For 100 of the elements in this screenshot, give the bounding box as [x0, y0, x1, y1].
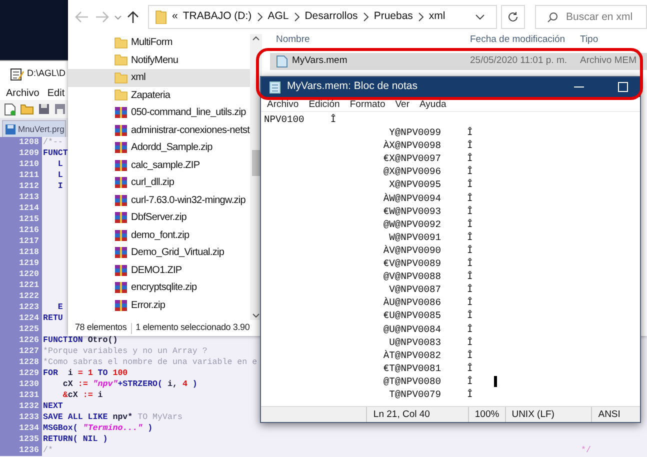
folder-icon: [114, 72, 128, 84]
menu-item[interactable]: Formato: [350, 97, 386, 111]
symbol-text: Î: [467, 178, 473, 192]
archive-icon: [114, 194, 128, 207]
archive-icon: [114, 298, 128, 312]
column-header[interactable]: Nombre: [262, 33, 456, 48]
nav-item[interactable]: encryptsqlite.zip: [68, 279, 250, 296]
maximize-icon[interactable]: [618, 82, 628, 92]
refresh-icon: [507, 11, 520, 23]
nav-item[interactable]: Demo_Grid_Virtual.zip: [68, 244, 250, 262]
editor-tab[interactable]: MnuVert.prg: [2, 120, 66, 137]
code-line: RETURN( NIL ): [42, 434, 108, 445]
code-text: */: [581, 445, 591, 456]
document-text: @V@NPV0088: [382, 270, 441, 284]
document-text: @T@NPV0080: [382, 374, 441, 388]
line-number: 1209: [19, 148, 39, 159]
nav-item[interactable]: Error.zip: [68, 296, 250, 314]
symbol-text: Î: [467, 309, 473, 322]
symbol-text: Î: [467, 296, 473, 310]
archive-icon: [114, 228, 128, 242]
breadcrumb[interactable]: Pruebas: [374, 9, 413, 25]
breadcrumb[interactable]: AGL: [268, 9, 289, 25]
menu-item[interactable]: Archivo: [6, 87, 40, 100]
line-number: 1220: [19, 269, 39, 280]
document-text: @U@NPV0084: [382, 322, 441, 336]
nav-item[interactable]: NotifyMenu: [68, 52, 250, 69]
document-text: €V@NPV0089: [382, 257, 441, 270]
code-line: &cX := i: [62, 390, 103, 401]
folder-icon: [155, 10, 167, 24]
chevron-down-icon[interactable]: [475, 13, 486, 21]
nav-item[interactable]: curl-7.63.0-win32-mingw.zip: [68, 192, 250, 209]
nav-item[interactable]: Adordd_Sample.zip: [68, 139, 250, 156]
breadcrumb[interactable]: Desarrollos: [304, 9, 358, 25]
save-icon[interactable]: [38, 103, 50, 115]
scrollbar-thumb[interactable]: [252, 150, 260, 176]
symbol-text: Î: [467, 152, 473, 166]
symbol-text: Î: [467, 374, 473, 388]
chevron-up-icon: [252, 34, 260, 42]
menu-item[interactable]: Edit: [47, 87, 65, 100]
breadcrumb[interactable]: xml: [428, 9, 446, 25]
archive-icon: [114, 264, 128, 277]
document-text: ÀX@NPV0098: [382, 139, 441, 152]
symbol-text: Î: [467, 204, 473, 218]
menu-item[interactable]: Edición: [308, 97, 340, 111]
document-text: €X@NPV0097: [382, 152, 441, 166]
code-line: L: [56, 170, 63, 181]
overflow-text[interactable]: «: [172, 9, 178, 25]
up-arrow-icon[interactable]: [126, 10, 140, 24]
symbol-text: Î: [467, 126, 473, 140]
nav-item[interactable]: Zapateria: [68, 86, 250, 104]
line-number: 1233: [19, 412, 39, 423]
search-field[interactable]: Buscar en xml: [535, 5, 647, 29]
nav-item[interactable]: curl_dll.zip: [68, 174, 250, 192]
status-text: 100%: [468, 407, 505, 422]
folder-icon: [114, 36, 128, 49]
nav-item[interactable]: demo_font.zip: [68, 226, 250, 244]
document-text: W@NPV0091: [388, 230, 441, 244]
nav-item[interactable]: DEMO1.ZIP: [68, 262, 250, 279]
code-line: FUNCT: [42, 148, 68, 159]
document-text: @X@NPV0096: [382, 165, 441, 178]
column-header[interactable]: Fecha de modificación: [456, 33, 580, 48]
folder-icon[interactable]: [20, 103, 34, 115]
nav-item[interactable]: xml: [68, 69, 250, 86]
refresh-button[interactable]: [501, 5, 525, 29]
code-line: *Porque variables y no un Array ?: [42, 346, 208, 357]
menu-item[interactable]: Archivo: [267, 97, 299, 111]
file-name: MyVars.mem: [292, 54, 348, 68]
line-number: 1211: [19, 170, 39, 181]
nav-item[interactable]: calc_sample.ZIP: [68, 156, 250, 174]
line-number: 1212: [19, 181, 39, 192]
notepad-icon: [10, 67, 24, 81]
symbol-text: Î: [467, 348, 473, 362]
nav-item[interactable]: DbfServer.zip: [68, 209, 250, 226]
line-number: 1232: [19, 401, 39, 412]
document-text: Y@NPV0099: [388, 126, 441, 140]
chevron-down-icon: [252, 312, 260, 320]
new-file-icon[interactable]: [4, 102, 16, 116]
code-line: L: [56, 159, 63, 170]
chevron-right-icon: [294, 12, 300, 22]
nav-item[interactable]: 050-command_line_utils.zip: [68, 104, 250, 122]
address-bar[interactable]: « TRABAJO (D:) AGL Desarrollos Pruebas xml: [148, 5, 498, 29]
symbol-text: Î: [467, 270, 473, 284]
line-number: 1210: [19, 159, 39, 170]
folder-icon: [114, 54, 128, 66]
document-text: €W@NPV0093: [382, 204, 441, 218]
code-line: /*--: [42, 137, 63, 148]
breadcrumb[interactable]: TRABAJO (D:): [182, 9, 252, 25]
nav-item[interactable]: administrar-conexiones-netst: [68, 122, 250, 139]
archive-icon: [114, 141, 128, 154]
nav-item[interactable]: MultiForm: [68, 34, 250, 52]
line-number: 1218: [19, 247, 39, 258]
status-text: Ln 21, Col 40: [366, 407, 468, 422]
menu-item[interactable]: Ver: [395, 97, 410, 111]
column-header[interactable]: Tipo: [580, 33, 598, 48]
file-row[interactable]: MyVars.mem 25/05/2020 11:01 p. m. Archivo MEM: [270, 53, 647, 70]
line-number: 1224: [19, 313, 39, 324]
document-text: X@NPV0095: [388, 178, 441, 192]
code-line: RETU: [42, 313, 63, 324]
document-text: ÀT@NPV0082: [382, 348, 441, 362]
menu-item[interactable]: Ayuda: [420, 97, 446, 111]
